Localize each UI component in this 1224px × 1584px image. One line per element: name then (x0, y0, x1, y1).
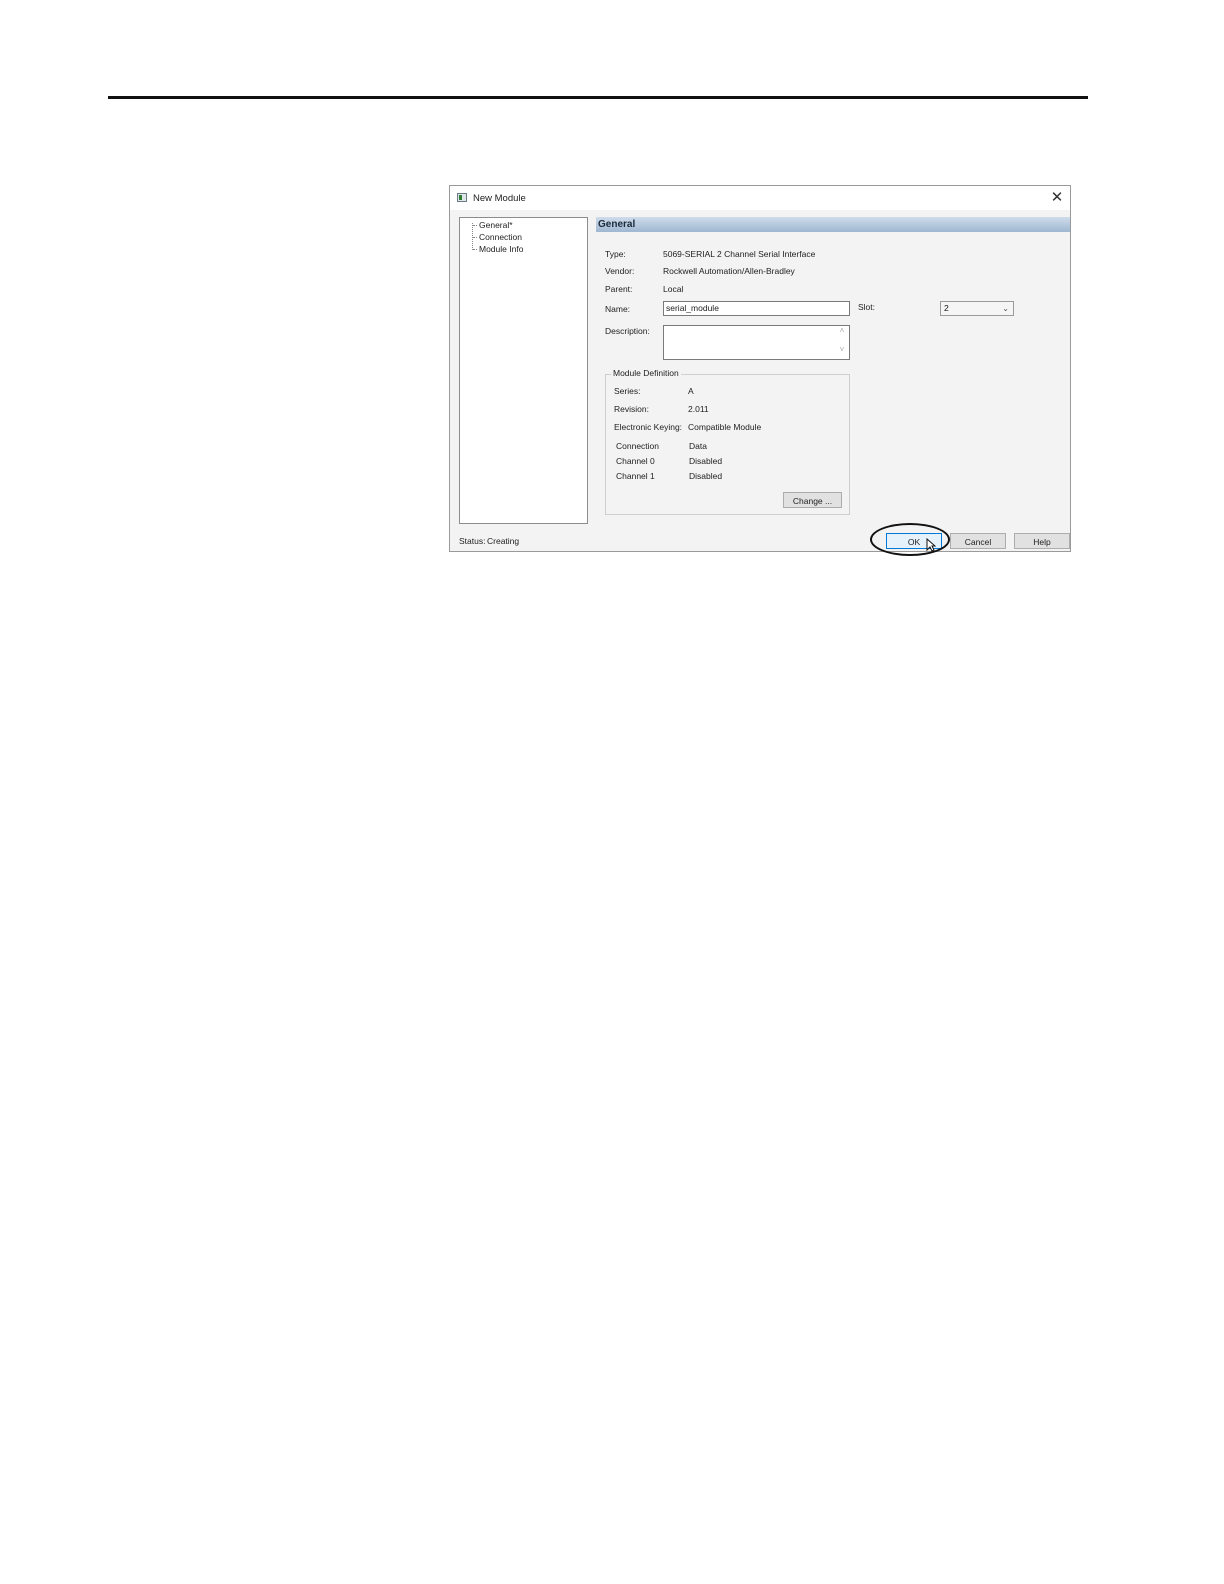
module-definition-title: Module Definition (611, 368, 681, 378)
channel-0-value: Disabled (689, 456, 723, 466)
section-header-general: General (596, 217, 1070, 232)
ok-highlight-circle (870, 523, 950, 556)
channel-1-label: Channel 1 (616, 471, 655, 481)
tree-item-general[interactable]: General* (473, 220, 513, 230)
description-label: Description: (605, 326, 650, 336)
connection-label: Connection (616, 441, 660, 451)
status-value: Creating (487, 536, 520, 546)
vendor-value: Rockwell Automation/Allen-Bradley (663, 266, 795, 276)
status-label: Status: (459, 536, 486, 546)
channel-0-label: Channel 0 (616, 456, 655, 466)
slot-select[interactable]: 2 ⌄ (940, 301, 1014, 316)
tree-item-connection[interactable]: Connection (473, 232, 522, 242)
category-tree: General* Connection Module Info (459, 217, 588, 524)
channel-1-value: Disabled (689, 471, 723, 481)
new-module-dialog: New Module ✕ General* Connection Module … (449, 185, 1071, 556)
page-top-rule (108, 96, 1088, 99)
name-field[interactable]: serial_module (663, 301, 850, 316)
vendor-label: Vendor: (605, 266, 635, 276)
name-label: Name: (605, 304, 631, 314)
help-button[interactable]: Help (1014, 533, 1070, 549)
connection-value: Data (689, 441, 707, 451)
tree-item-module-info[interactable]: Module Info (473, 244, 523, 254)
parent-value: Local (663, 284, 684, 294)
scroll-up-icon[interactable]: ˄ (837, 326, 847, 335)
chevron-down-icon: ⌄ (1002, 304, 1009, 313)
revision-value: 2.011 (688, 404, 709, 414)
description-field[interactable] (663, 325, 850, 360)
dialog-titlebar: New Module ✕ (450, 186, 1070, 210)
scroll-down-icon[interactable]: ˅ (837, 345, 847, 354)
series-value: A (688, 386, 694, 396)
keying-label: Electronic Keying: (614, 422, 683, 432)
series-label: Series: (614, 386, 641, 396)
module-icon (457, 193, 467, 202)
close-icon[interactable]: ✕ (1048, 189, 1066, 207)
parent-label: Parent: (605, 284, 633, 294)
change-button[interactable]: Change ... (783, 492, 842, 508)
type-value: 5069-SERIAL 2 Channel Serial Interface (663, 249, 816, 259)
cancel-button[interactable]: Cancel (950, 533, 1006, 549)
revision-label: Revision: (614, 404, 649, 414)
keying-value: Compatible Module (688, 422, 762, 432)
dialog-title: New Module (473, 193, 526, 204)
mouse-pointer-icon (926, 538, 936, 552)
slot-label: Slot: (858, 302, 876, 312)
slot-value: 2 (944, 303, 949, 313)
module-definition-group: Module Definition Series: A Revision: 2.… (605, 368, 850, 515)
description-scrollbar[interactable]: ˄ ˅ (837, 326, 847, 359)
type-label: Type: (605, 249, 626, 259)
